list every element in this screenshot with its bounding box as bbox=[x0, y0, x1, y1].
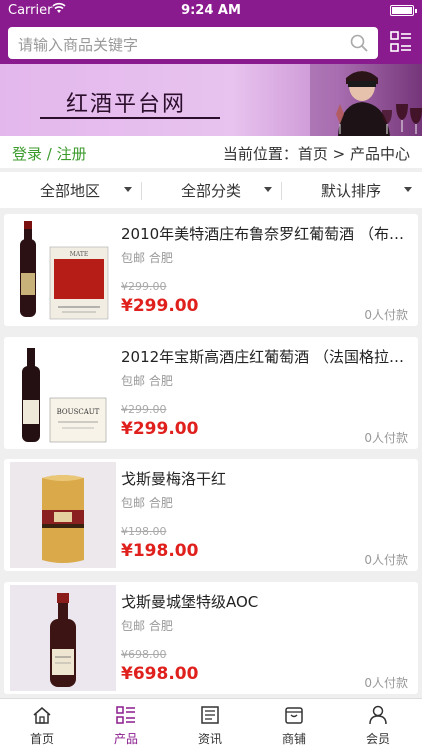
product-image: BOUSCAUT bbox=[10, 340, 116, 446]
label-text: BOUSCAUT bbox=[57, 408, 100, 416]
wine-taster-image bbox=[310, 64, 422, 136]
product-price: ¥299.00 bbox=[121, 419, 199, 439]
product-tags: 包邮 合肥 bbox=[121, 496, 173, 510]
home-icon bbox=[33, 707, 51, 724]
status-time: 9:24 AM bbox=[181, 3, 241, 18]
top-header: 请输入商品关键字 bbox=[0, 22, 422, 64]
tab-store[interactable]: 商铺 bbox=[252, 699, 336, 750]
buyers-count: 0人付款 bbox=[364, 431, 408, 445]
product-image: MATE bbox=[10, 217, 116, 323]
original-price: ¥299.00 bbox=[121, 280, 167, 293]
product-card[interactable]: 戈斯曼梅洛干红 包邮 合肥 ¥198.00 ¥198.00 0人付款 bbox=[4, 459, 418, 571]
product-name: 戈斯曼城堡特级AOC bbox=[121, 593, 259, 611]
caret-down-icon bbox=[124, 187, 132, 192]
filter-bar: 全部地区 全部分类 默认排序 bbox=[0, 172, 422, 208]
search-input[interactable]: 请输入商品关键字 bbox=[8, 27, 378, 59]
store-icon bbox=[285, 707, 303, 724]
tab-store-label: 商铺 bbox=[281, 732, 306, 746]
product-tags: 包邮 合肥 bbox=[121, 251, 173, 265]
product-price: ¥198.00 bbox=[121, 541, 199, 561]
tab-news[interactable]: 资讯 bbox=[168, 699, 252, 750]
caret-down-icon bbox=[264, 187, 272, 192]
status-bar: Carrier 9:24 AM bbox=[0, 0, 422, 22]
buyers-count: 0人付款 bbox=[364, 553, 408, 567]
tab-member[interactable]: 会员 bbox=[336, 699, 420, 750]
banner-underline bbox=[40, 117, 220, 119]
tab-products[interactable]: 产品 bbox=[84, 699, 168, 750]
menu-grid-icon[interactable] bbox=[390, 30, 412, 54]
login-register-link[interactable]: 登录 / 注册 bbox=[12, 143, 87, 164]
tab-member-label: 会员 bbox=[365, 732, 390, 746]
banner: 红酒平台网 bbox=[0, 64, 422, 136]
product-tags: 包邮 合肥 bbox=[121, 619, 173, 633]
breadcrumb: 当前位置：首页 > 产品中心 bbox=[222, 145, 410, 163]
filter-region-label: 全部地区 bbox=[40, 182, 101, 200]
search-icon[interactable] bbox=[350, 34, 368, 52]
banner-title: 红酒平台网 bbox=[66, 92, 187, 117]
search-placeholder: 请输入商品关键字 bbox=[18, 36, 139, 54]
filter-category[interactable]: 全部分类 bbox=[141, 172, 281, 208]
original-price: ¥198.00 bbox=[121, 525, 167, 538]
filter-region[interactable]: 全部地区 bbox=[0, 172, 140, 208]
tab-home-label: 首页 bbox=[29, 732, 54, 746]
product-price: ¥299.00 bbox=[121, 296, 199, 316]
list-icon bbox=[116, 706, 135, 724]
label-text: MATE bbox=[70, 251, 89, 258]
product-card[interactable]: BOUSCAUT 2012年宝斯高酒庄红葡萄酒 （法国格拉夫产区） 包邮 合肥 … bbox=[4, 337, 418, 449]
tab-bar: 首页 产品 资讯 商铺 会员 bbox=[0, 698, 422, 750]
filter-sort-label: 默认排序 bbox=[321, 182, 382, 200]
news-icon bbox=[201, 706, 219, 724]
battery-icon bbox=[390, 5, 417, 16]
buyers-count: 0人付款 bbox=[364, 308, 408, 322]
product-image bbox=[10, 462, 116, 568]
original-price: ¥299.00 bbox=[121, 403, 167, 416]
product-card[interactable]: 戈斯曼城堡特级AOC 包邮 合肥 ¥698.00 ¥698.00 0人付款 bbox=[4, 582, 418, 694]
tab-home[interactable]: 首页 bbox=[0, 699, 84, 750]
product-name: 2010年美特酒庄布鲁奈罗红葡萄酒 （布鲁奈罗红葡萄酒） bbox=[121, 225, 411, 243]
product-tags: 包邮 合肥 bbox=[121, 374, 173, 388]
filter-sort[interactable]: 默认排序 bbox=[281, 172, 421, 208]
product-price: ¥698.00 bbox=[121, 664, 199, 684]
breadcrumb-bar: 登录 / 注册 当前位置：首页 > 产品中心 bbox=[0, 136, 422, 168]
product-card[interactable]: MATE 2010年美特酒庄布鲁奈罗红葡萄酒 （布鲁奈罗红葡萄酒） 包邮 合肥 … bbox=[4, 214, 418, 326]
buyers-count: 0人付款 bbox=[364, 676, 408, 690]
tab-products-label: 产品 bbox=[113, 732, 138, 746]
user-icon bbox=[369, 705, 387, 725]
tab-news-label: 资讯 bbox=[197, 732, 222, 746]
caret-down-icon bbox=[404, 187, 412, 192]
product-image bbox=[10, 585, 116, 691]
product-name: 戈斯曼梅洛干红 bbox=[121, 470, 227, 488]
filter-category-label: 全部分类 bbox=[181, 182, 242, 200]
original-price: ¥698.00 bbox=[121, 648, 167, 661]
product-name: 2012年宝斯高酒庄红葡萄酒 （法国格拉夫产区） bbox=[121, 348, 411, 366]
